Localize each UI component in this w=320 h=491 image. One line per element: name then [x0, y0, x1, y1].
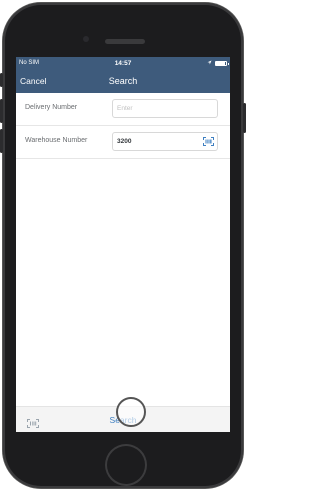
- volume-up-button: [0, 99, 3, 123]
- touch-indicator: [116, 397, 146, 427]
- location-arrow-icon: [207, 60, 212, 67]
- status-time: 14:57: [114, 59, 132, 67]
- battery-icon: [215, 61, 229, 66]
- delivery-number-label: Delivery Number: [25, 104, 78, 111]
- battery-level: [216, 62, 225, 65]
- barcode-icon[interactable]: [203, 137, 214, 146]
- search-form: Delivery Number Enter Warehouse Number 3…: [16, 93, 230, 159]
- power-button: [243, 103, 246, 133]
- mute-switch: [0, 73, 3, 87]
- nav-bar: Cancel Search: [16, 70, 230, 93]
- page-title: Search: [108, 76, 138, 86]
- home-button[interactable]: [105, 444, 147, 486]
- warehouse-number-value: 3200: [117, 138, 132, 145]
- status-bar: No SIM 14:57: [16, 57, 230, 70]
- volume-down-button: [0, 129, 3, 153]
- earpiece-speaker: [105, 39, 145, 44]
- front-camera: [83, 36, 89, 42]
- delivery-number-row: Delivery Number Enter: [16, 93, 230, 126]
- warehouse-number-input[interactable]: 3200: [112, 132, 218, 151]
- app-screen: No SIM 14:57 Cancel Search Delivery Numb…: [16, 57, 230, 432]
- delivery-number-input[interactable]: Enter: [112, 99, 218, 118]
- warehouse-number-label: Warehouse Number: [25, 137, 88, 144]
- warehouse-number-row: Warehouse Number 3200: [16, 126, 230, 159]
